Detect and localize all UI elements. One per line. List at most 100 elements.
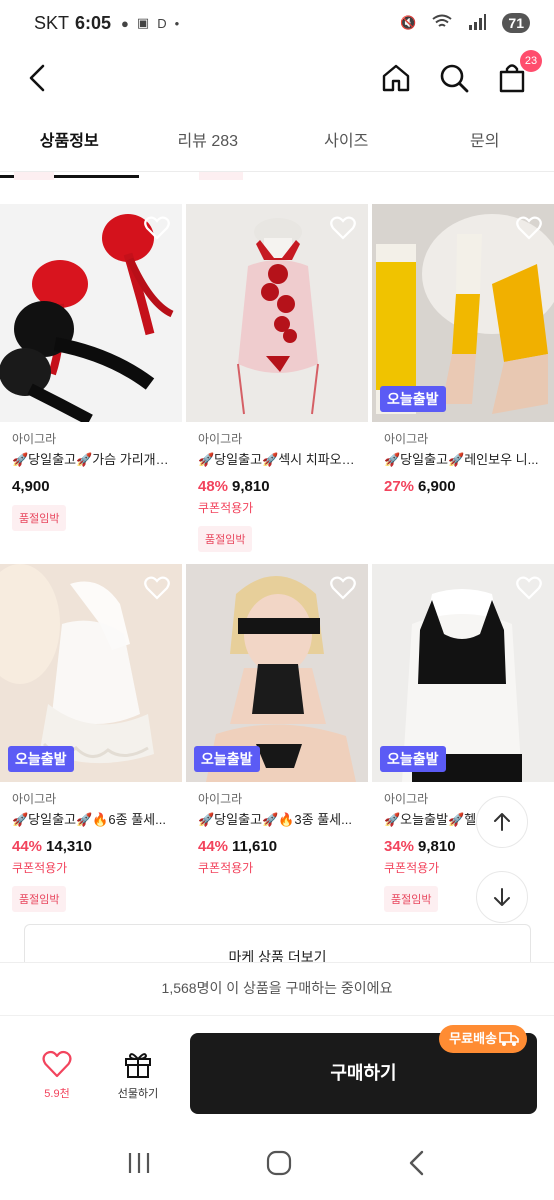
- product-card[interactable]: 오늘출발 아이그라 🚀오늘출발🚀헬 34% 9,810 쿠폰적용가 품절임박: [372, 564, 554, 912]
- wishlist-heart-icon[interactable]: [330, 216, 356, 245]
- product-price: 6,900: [418, 478, 456, 495]
- status-extra-label: D: [157, 15, 167, 31]
- heart-icon: [42, 1050, 72, 1078]
- product-brand: 아이그라: [198, 792, 243, 806]
- soldout-soon-badge: 품절임박: [12, 505, 67, 531]
- purchase-activity-notice: 1,568명이 이 상품을 구매하는 중이에요: [0, 962, 554, 1014]
- back-nav-button[interactable]: [406, 1149, 428, 1182]
- tab-inquiry[interactable]: 문의: [416, 120, 554, 171]
- carrier-label: SKT: [34, 12, 70, 33]
- product-card[interactable]: 오늘출발 아이그라 🚀당일출고🚀🔥3종 풀세... 44% 11,610 쿠폰적용…: [186, 564, 368, 876]
- discount-rate: 48%: [198, 478, 229, 495]
- tab-size[interactable]: 사이즈: [277, 120, 416, 171]
- home-icon: [382, 64, 410, 92]
- gift-icon: [125, 1053, 151, 1078]
- product-card[interactable]: 오늘출발 아이그라 🚀당일출고🚀🔥6종 풀세... 44% 14,310 쿠폰적용…: [0, 564, 182, 912]
- bottom-action-bar: 5.9천 선물하기 구매하기 무료배송: [0, 1015, 554, 1130]
- discount-rate: 44%: [198, 838, 229, 855]
- cart-button[interactable]: 23: [490, 50, 542, 100]
- product-tabs: 상품정보 리뷰 283 사이즈 문의: [0, 120, 554, 178]
- product-title[interactable]: 🚀당일출고🚀섹시 치파오 ...: [198, 449, 356, 468]
- previous-row-tag: [14, 172, 54, 180]
- mute-icon: 🔇: [400, 15, 417, 30]
- wishlist-heart-icon[interactable]: [516, 576, 542, 605]
- signal-icon: [468, 13, 487, 33]
- back-button[interactable]: [16, 56, 60, 100]
- soldout-soon-badge: 품절임박: [198, 526, 253, 552]
- top-navigation: 23: [0, 50, 554, 106]
- like-count: 5.9천: [44, 1088, 70, 1100]
- product-card[interactable]: 아이그라 🚀당일출고🚀섹시 치파오 ... 48% 9,810 쿠폰적용가 품절임…: [186, 204, 368, 552]
- ships-today-tag: 오늘출발: [380, 746, 446, 772]
- free-shipping-badge: 무료배송: [439, 1025, 527, 1053]
- product-title[interactable]: 🚀당일출고🚀🔥3종 풀세...: [198, 809, 356, 828]
- discount-rate: 27%: [384, 478, 415, 495]
- search-icon: [440, 64, 469, 93]
- product-image[interactable]: 오늘출발: [186, 564, 368, 782]
- product-brand: 아이그라: [198, 432, 243, 446]
- wifi-icon: [432, 14, 453, 33]
- wishlist-heart-icon[interactable]: [516, 216, 542, 245]
- home-button[interactable]: [374, 56, 418, 100]
- dot-icon: •: [174, 15, 180, 31]
- free-shipping-label: 무료배송: [449, 1031, 497, 1046]
- arrow-up-icon: [494, 813, 510, 831]
- product-image[interactable]: 오늘출발: [0, 564, 182, 782]
- scroll-up-button[interactable]: [476, 796, 528, 848]
- product-image[interactable]: [0, 204, 182, 422]
- product-price: 9,810: [232, 478, 270, 495]
- like-button[interactable]: 5.9천: [33, 1050, 81, 1101]
- recent-apps-button[interactable]: [126, 1151, 152, 1180]
- product-brand: 아이그라: [12, 792, 57, 806]
- product-title[interactable]: 🚀당일출고🚀가슴 가리개 ...: [12, 449, 170, 468]
- product-price: 9,810: [418, 838, 456, 855]
- home-circle-icon: [266, 1150, 292, 1175]
- soldout-soon-badge: 품절임박: [12, 886, 67, 912]
- cart-count-badge: 23: [520, 50, 542, 72]
- clock: 6:05: [75, 12, 112, 33]
- product-title[interactable]: 🚀당일출고🚀🔥6종 풀세...: [12, 809, 170, 828]
- system-navigation-bar: [0, 1130, 554, 1200]
- battery-indicator: 71: [502, 13, 530, 33]
- product-price: 14,310: [46, 838, 92, 855]
- wishlist-heart-icon[interactable]: [144, 576, 170, 605]
- discount-rate: 34%: [384, 838, 415, 855]
- gift-button[interactable]: 선물하기: [110, 1050, 166, 1101]
- recent-apps-icon: [129, 1152, 150, 1173]
- product-image[interactable]: 오늘출발: [372, 204, 554, 422]
- chevron-left-icon: [29, 64, 45, 92]
- ships-today-tag: 오늘출발: [194, 746, 260, 772]
- gift-label: 선물하기: [117, 1088, 159, 1100]
- product-card[interactable]: 아이그라 🚀당일출고🚀가슴 가리개 ... 4,900 품절임박: [0, 204, 182, 531]
- screenshot-icon: ▣: [136, 15, 150, 30]
- coupon-price-label: 쿠폰적용가: [12, 861, 68, 875]
- product-title[interactable]: 🚀당일출고🚀레인보우 니...: [384, 449, 542, 468]
- buy-button-label: 구매하기: [330, 1063, 397, 1083]
- discount-rate: 44%: [12, 838, 43, 855]
- product-price: 11,610: [232, 838, 278, 855]
- talk-notification-icon: ●: [121, 15, 129, 31]
- product-brand: 아이그라: [384, 432, 429, 446]
- arrow-down-icon: [494, 888, 510, 906]
- soldout-soon-badge: 품절임박: [384, 886, 439, 912]
- previous-row-tag: [199, 172, 243, 180]
- coupon-price-label: 쿠폰적용가: [198, 501, 254, 515]
- coupon-price-label: 쿠폰적용가: [384, 861, 440, 875]
- ships-today-tag: 오늘출발: [380, 386, 446, 412]
- scroll-down-button[interactable]: [476, 871, 528, 923]
- tab-product-info[interactable]: 상품정보: [0, 120, 139, 178]
- coupon-price-label: 쿠폰적용가: [198, 861, 254, 875]
- product-image[interactable]: 오늘출발: [372, 564, 554, 782]
- product-image[interactable]: [186, 204, 368, 422]
- ships-today-tag: 오늘출발: [8, 746, 74, 772]
- truck-icon: [499, 1032, 519, 1046]
- buy-button[interactable]: 구매하기 무료배송: [190, 1025, 537, 1114]
- back-chevron-icon: [409, 1150, 423, 1175]
- more-products-button[interactable]: 마케 상품 더보기: [24, 924, 531, 964]
- wishlist-heart-icon[interactable]: [144, 216, 170, 245]
- search-button[interactable]: [432, 56, 476, 100]
- wishlist-heart-icon[interactable]: [330, 576, 356, 605]
- product-card[interactable]: 오늘출발 아이그라 🚀당일출고🚀레인보우 니... 27% 6,900: [372, 204, 554, 495]
- home-nav-button[interactable]: [265, 1149, 293, 1182]
- tab-reviews[interactable]: 리뷰 283: [139, 120, 278, 171]
